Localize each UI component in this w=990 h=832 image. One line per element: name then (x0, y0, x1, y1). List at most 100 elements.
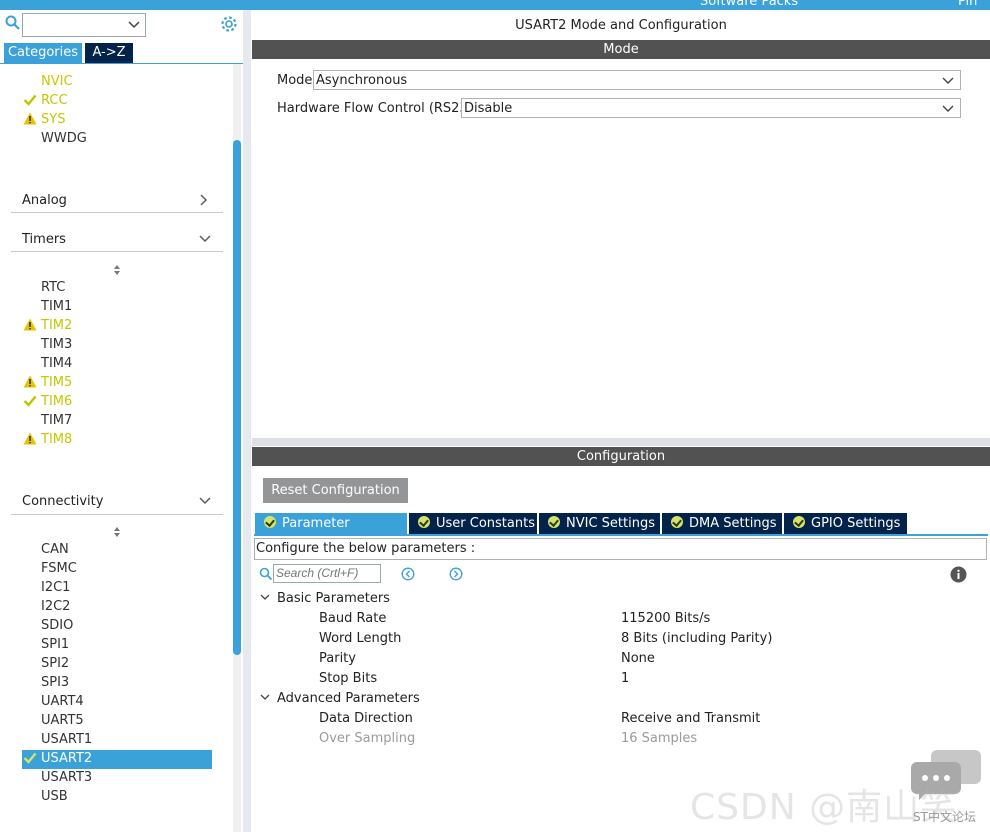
sidebar-item-fsmc[interactable]: FSMC (41, 559, 77, 578)
sidebar-item-label: CAN (41, 542, 69, 557)
param-value[interactable]: 8 Bits (including Parity) (621, 631, 772, 646)
sidebar-item-label: SPI2 (41, 656, 70, 671)
top-toolbar-strip: Software Packs Pin (0, 0, 990, 10)
tab-label: GPIO Settings (811, 516, 901, 531)
next-arrow-icon[interactable] (449, 567, 463, 581)
flow-control-value: Disable (464, 101, 513, 116)
info-icon[interactable] (950, 566, 967, 583)
sidebar-item-tim6[interactable]: TIM6 (23, 392, 73, 411)
param-value[interactable]: None (621, 651, 655, 666)
gear-icon[interactable] (220, 15, 238, 33)
sidebar-item-label: TIM3 (41, 337, 73, 352)
check-circle-icon (671, 516, 683, 528)
advanced-parameters-group[interactable]: Advanced Parameters (277, 691, 420, 706)
tab-gpio-settings[interactable]: GPIO Settings (784, 513, 907, 534)
sidebar-item-label: SPI3 (41, 675, 70, 690)
sort-icon[interactable] (112, 264, 122, 276)
pinout-menu[interactable]: Pin (958, 0, 977, 9)
sidebar-item-tim8[interactable]: TIM8 (23, 430, 72, 449)
category-connectivity[interactable]: Connectivity (22, 494, 103, 509)
flow-control-label: Hardware Flow Control (RS232) (277, 101, 482, 116)
sidebar-item-tim1[interactable]: TIM1 (41, 297, 72, 316)
tab-dma-settings[interactable]: DMA Settings (662, 513, 782, 534)
tab-parameter-settings[interactable]: Parameter Settings (255, 513, 407, 552)
sidebar-item-label: I2C1 (41, 580, 71, 595)
sidebar-item-rtc[interactable]: RTC (41, 278, 65, 297)
param-value[interactable]: 115200 Bits/s (621, 611, 710, 626)
sidebar-item-tim5[interactable]: TIM5 (23, 373, 72, 392)
component-search-input[interactable] (22, 13, 146, 37)
sidebar-item-tim7[interactable]: TIM7 (41, 411, 72, 430)
checkmark-icon (23, 94, 37, 106)
chevron-right-icon[interactable] (198, 193, 210, 207)
param-value[interactable]: 1 (621, 671, 629, 686)
sidebar-item-can[interactable]: CAN (41, 540, 69, 559)
chevron-down-icon[interactable] (198, 233, 212, 245)
divider (11, 251, 223, 252)
sidebar-item-label: USART1 (41, 732, 93, 747)
chevron-down-icon[interactable] (198, 495, 212, 507)
warning-icon (23, 318, 37, 331)
sidebar-item-label: TIM1 (41, 299, 73, 314)
sidebar-item-label: USB (41, 789, 68, 804)
section-splitter[interactable] (252, 438, 990, 446)
sidebar-item-spi2[interactable]: SPI2 (41, 654, 69, 673)
sidebar-item-label: NVIC (41, 74, 73, 89)
sidebar-item-label: RCC (41, 93, 68, 108)
sidebar-item-usart1[interactable]: USART1 (41, 730, 92, 749)
sidebar-item-label: TIM4 (41, 356, 73, 371)
sidebar-item-tim3[interactable]: TIM3 (41, 335, 72, 354)
panel-splitter[interactable] (243, 10, 251, 832)
check-circle-icon (793, 516, 805, 528)
divider (11, 212, 223, 213)
sidebar-item-uart4[interactable]: UART4 (41, 692, 84, 711)
search-icon[interactable] (5, 15, 21, 31)
sort-icon[interactable] (112, 526, 122, 538)
sidebar-item-rcc[interactable]: RCC (23, 91, 68, 110)
tab-categories[interactable]: Categories (4, 43, 82, 63)
tab-a-z[interactable]: A->Z (85, 43, 133, 63)
software-packs-menu[interactable]: Software Packs (700, 0, 798, 9)
tab-underline (254, 534, 988, 536)
sidebar-item-tim2[interactable]: TIM2 (23, 316, 72, 335)
check-circle-icon (548, 516, 560, 528)
warning-icon (23, 432, 37, 445)
configure-instructions: Configure the below parameters : (254, 538, 987, 560)
flow-control-select[interactable]: Disable (461, 98, 961, 118)
sidebar-item-uart5[interactable]: UART5 (41, 711, 84, 730)
category-analog[interactable]: Analog (22, 193, 67, 208)
sidebar-item-label: TIM6 (41, 394, 73, 409)
divider (11, 514, 223, 515)
previous-arrow-icon[interactable] (401, 567, 415, 581)
check-circle-icon (264, 516, 276, 528)
basic-parameters-group[interactable]: Basic Parameters (277, 591, 390, 606)
tab-label: User Constants (436, 516, 535, 531)
param-value[interactable]: Receive and Transmit (621, 711, 760, 726)
tab-nvic-settings[interactable]: NVIC Settings (539, 513, 660, 534)
reset-configuration-button[interactable]: Reset Configuration (263, 478, 408, 503)
parameter-search-input[interactable] (273, 564, 381, 583)
sidebar-item-spi3[interactable]: SPI3 (41, 673, 69, 692)
param-value[interactable]: 16 Samples (621, 731, 697, 746)
search-icon (259, 567, 273, 581)
sidebar-item-usart2[interactable]: USART2 (23, 749, 92, 768)
mode-header: Mode (252, 40, 990, 59)
sidebar-item-label: SPI1 (41, 637, 70, 652)
page-title: USART2 Mode and Configuration (515, 18, 727, 33)
sidebar-item-i2c2[interactable]: I2C2 (41, 597, 70, 616)
sidebar-item-i2c1[interactable]: I2C1 (41, 578, 70, 597)
scrollbar-thumb[interactable] (233, 140, 241, 655)
sidebar-item-nvic[interactable]: NVIC (41, 72, 73, 91)
sidebar-item-tim4[interactable]: TIM4 (41, 354, 72, 373)
category-timers[interactable]: Timers (22, 232, 66, 247)
tab-user-constants[interactable]: User Constants (409, 513, 537, 534)
sidebar-item-spi1[interactable]: SPI1 (41, 635, 69, 654)
chevron-down-icon[interactable] (259, 693, 271, 703)
sidebar-item-sdio[interactable]: SDIO (41, 616, 73, 635)
chevron-down-icon[interactable] (259, 593, 271, 603)
sidebar-item-wwdg[interactable]: WWDG (41, 129, 87, 148)
sidebar-item-sys[interactable]: SYS (23, 110, 65, 129)
mode-select[interactable]: Asynchronous (313, 70, 961, 90)
sidebar-item-usb[interactable]: USB (41, 787, 68, 806)
sidebar-item-usart3[interactable]: USART3 (41, 768, 92, 787)
